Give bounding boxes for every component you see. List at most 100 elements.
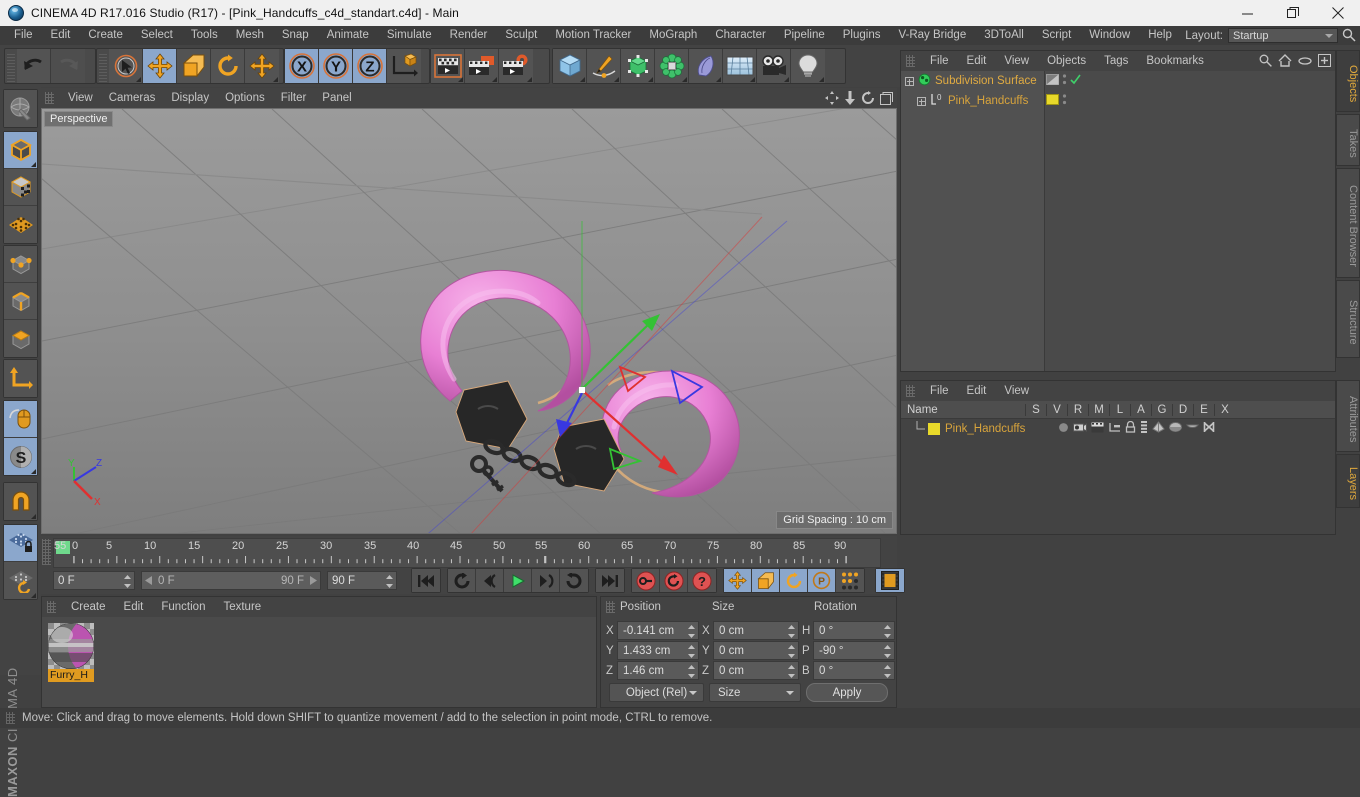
rotate-view-icon[interactable] [861, 91, 875, 108]
add-environment-icon[interactable] [723, 49, 757, 83]
objmgr-menu-bookmarks[interactable]: Bookmarks [1137, 51, 1213, 71]
layermgr-menu-edit[interactable]: Edit [958, 381, 996, 401]
side-tab-takes[interactable]: Takes [1336, 114, 1360, 166]
generator-flag-icon[interactable] [1152, 421, 1165, 436]
add-spline-icon[interactable] [587, 49, 621, 83]
close-button[interactable] [1315, 0, 1360, 26]
add-light-icon[interactable] [791, 49, 825, 83]
layer-color-swatch[interactable] [928, 422, 940, 435]
ellipse-icon[interactable] [1298, 56, 1312, 69]
axis-mode-icon[interactable] [4, 360, 37, 397]
size-y-field[interactable]: 0 cm [713, 641, 799, 660]
column-e[interactable]: E [1193, 403, 1214, 416]
object-name-subdivision-surface[interactable]: Subdivision Surface [935, 75, 1037, 87]
viewport-menu-options[interactable]: Options [217, 88, 273, 108]
stepper-icon[interactable] [124, 575, 131, 588]
scale-tool[interactable] [177, 49, 211, 83]
loop-playback-button[interactable] [560, 569, 588, 592]
menu-render[interactable]: Render [441, 26, 497, 45]
menu-script[interactable]: Script [1033, 26, 1080, 45]
range-right-arrow-icon[interactable] [308, 576, 317, 585]
zoom-view-icon[interactable] [844, 91, 856, 108]
render-region-button[interactable] [465, 49, 499, 83]
viewport-menu-filter[interactable]: Filter [273, 88, 315, 108]
make-editable-icon[interactable] [4, 90, 37, 127]
timeline-grip[interactable] [42, 539, 51, 565]
menu-simulate[interactable]: Simulate [378, 26, 441, 45]
go-to-end-button[interactable] [596, 569, 624, 592]
objmgr-menu-edit[interactable]: Edit [958, 51, 996, 71]
undo-button[interactable] [17, 49, 51, 83]
matmgr-menu-function[interactable]: Function [152, 597, 214, 617]
render-view-button[interactable] [431, 49, 465, 83]
side-tab-layers[interactable]: Layers [1336, 454, 1360, 508]
maximize-viewport-icon[interactable] [880, 91, 893, 108]
viewport-camera-badge[interactable]: Perspective [44, 111, 114, 127]
lock-flag-icon[interactable] [1125, 420, 1136, 436]
lock-workplane-icon[interactable] [4, 525, 37, 562]
parameter-key-toggle[interactable]: P [808, 569, 836, 592]
position-z-field[interactable]: 1.46 cm [617, 661, 699, 680]
object-name-pink-handcuffs[interactable]: Pink_Handcuffs [948, 95, 1028, 107]
column-a[interactable]: A [1130, 403, 1151, 416]
size-x-field[interactable]: 0 cm [713, 621, 799, 640]
menu-window[interactable]: Window [1080, 26, 1139, 45]
status-bar-grip[interactable] [6, 712, 15, 724]
coordinates-grip[interactable] [606, 601, 615, 613]
move-tool[interactable] [143, 49, 177, 83]
viewport-grip[interactable] [45, 92, 54, 104]
step-back-button[interactable] [476, 569, 504, 592]
model-mode-icon[interactable] [4, 132, 37, 169]
rotate-tool[interactable] [211, 49, 245, 83]
3d-viewport[interactable]: Perspective Grid Spacing : 10 cm Y Z X [41, 108, 897, 534]
go-to-start-button[interactable] [412, 569, 440, 592]
stepper-icon[interactable] [688, 665, 695, 678]
enable-snapping-icon[interactable] [4, 483, 37, 520]
objmgr-menu-tags[interactable]: Tags [1095, 51, 1137, 71]
end-frame-field[interactable]: 90 F [327, 571, 397, 590]
workplane-rotate-icon[interactable] [4, 562, 37, 599]
polygons-component-icon[interactable] [4, 320, 37, 357]
objmgr-menu-objects[interactable]: Objects [1038, 51, 1095, 71]
add-deformer-icon[interactable] [655, 49, 689, 83]
axis-lock-x-button[interactable]: X [285, 49, 319, 83]
stepper-icon[interactable] [788, 645, 795, 658]
rotation-p-field[interactable]: -90 ° [813, 641, 895, 660]
side-tab-attributes[interactable]: Attributes [1336, 380, 1360, 452]
stepper-icon[interactable] [386, 575, 393, 588]
current-frame-field[interactable]: 0 F [53, 571, 135, 590]
object-manager-grip[interactable] [906, 55, 915, 67]
objmgr-menu-view[interactable]: View [995, 51, 1038, 71]
display-tag-icon[interactable] [1046, 74, 1059, 88]
point-level-animation-toggle[interactable] [836, 569, 864, 592]
play-button[interactable] [504, 569, 532, 592]
rotation-key-toggle[interactable] [780, 569, 808, 592]
menu-mesh[interactable]: Mesh [227, 26, 273, 45]
material-chip-furry[interactable]: Furry_H [48, 623, 94, 682]
animation-flag-icon[interactable] [1140, 421, 1148, 436]
play-backwards-loop-button[interactable] [448, 569, 476, 592]
side-tab-objects[interactable]: Objects [1336, 50, 1360, 112]
position-x-field[interactable]: -0.141 cm [617, 621, 699, 640]
viewport-menu-view[interactable]: View [60, 88, 101, 108]
matmgr-menu-create[interactable]: Create [62, 597, 115, 617]
stepper-icon[interactable] [688, 625, 695, 638]
scale-key-toggle[interactable] [752, 569, 780, 592]
visibility-dots-icon[interactable] [1062, 73, 1067, 89]
stepper-icon[interactable] [884, 665, 891, 678]
add-generator-icon[interactable] [621, 49, 655, 83]
side-tab-structure[interactable]: Structure [1336, 280, 1360, 358]
objmgr-menu-file[interactable]: File [921, 51, 958, 71]
column-l[interactable]: L [1109, 403, 1130, 416]
object-row-pink-handcuffs[interactable]: 0 Pink_Handcuffs [901, 91, 1044, 111]
material-manager-body[interactable]: Furry_H [42, 617, 596, 707]
step-forward-button[interactable] [532, 569, 560, 592]
stepper-icon[interactable] [884, 645, 891, 658]
render-settings-button[interactable] [499, 49, 533, 83]
menu-3dtoall[interactable]: 3DToAll [975, 26, 1033, 45]
menu-vray-bridge[interactable]: V-Ray Bridge [889, 26, 975, 45]
position-y-field[interactable]: 1.433 cm [617, 641, 699, 660]
expand-toggle-icon[interactable] [905, 76, 914, 86]
timeline-icon[interactable] [876, 569, 904, 592]
maximize-button[interactable] [1270, 0, 1315, 26]
